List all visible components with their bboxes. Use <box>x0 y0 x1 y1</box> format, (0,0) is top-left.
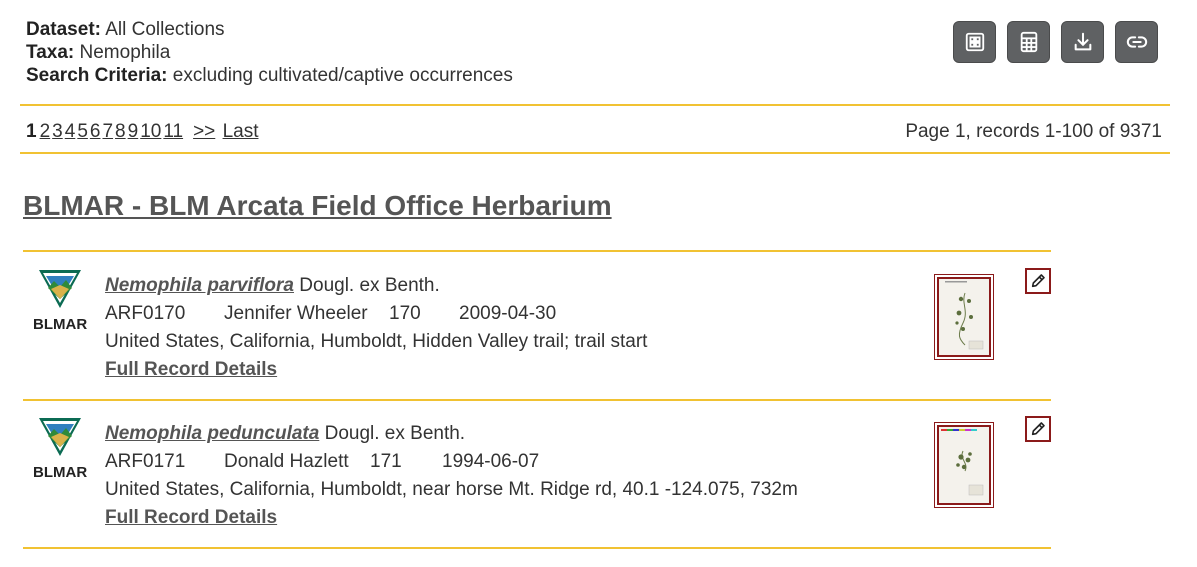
criteria-value: excluding cultivated/captive occurrences <box>172 65 513 86</box>
dataset-value: All Collections <box>105 19 225 40</box>
link-icon <box>1126 36 1147 48</box>
page-info: Page 1, records 1-100 of 9371 <box>905 121 1162 142</box>
next-page-link[interactable]: >> <box>193 121 215 142</box>
collector-number: 170 <box>389 303 421 324</box>
edit-record-button[interactable] <box>1025 268 1051 294</box>
collection-logo: BLMAR <box>33 416 87 481</box>
full-record-details-link[interactable]: Full Record Details <box>105 359 277 380</box>
search-criteria: Dataset: All Collections Taxa: Nemophila… <box>26 18 513 87</box>
pencil-icon <box>1031 274 1045 288</box>
pagination: 1 2 3 4 5 6 7 8 9 10 11 >> Last <box>26 121 260 143</box>
sciname-link[interactable]: Nemophila pedunculata <box>105 423 319 444</box>
record-title: Nemophila pedunculata Dougl. ex Benth. <box>105 420 798 448</box>
full-record-details-link[interactable]: Full Record Details <box>105 507 277 528</box>
locality: United States, California, Humboldt, nea… <box>105 479 798 500</box>
collector-name: Donald Hazlett <box>224 451 349 472</box>
table-view-button[interactable] <box>953 21 996 63</box>
specimen-thumbnail[interactable] <box>934 422 994 508</box>
collection-title-link[interactable]: BLMAR - BLM Arcata Field Office Herbariu… <box>23 190 612 222</box>
collector-number: 171 <box>370 451 402 472</box>
page-link-3[interactable]: 3 <box>52 121 63 142</box>
page-link-4[interactable]: 4 <box>65 121 76 142</box>
record-body: Nemophila pedunculata Dougl. ex Benth. A… <box>105 420 798 532</box>
specimen-thumbnail[interactable] <box>934 274 994 360</box>
page-link-5[interactable]: 5 <box>77 121 88 142</box>
blm-logo-icon <box>39 418 81 456</box>
sciname-author: Dougl. ex Benth. <box>324 423 466 444</box>
link-button[interactable] <box>1115 21 1158 63</box>
page-link-11[interactable]: 11 <box>163 121 183 142</box>
record-catalog-line: ARF0170 Jennifer Wheeler 170 2009-04-30 <box>105 300 647 328</box>
calculator-button[interactable] <box>1007 21 1050 63</box>
collection-date: 1994-06-07 <box>442 451 540 472</box>
blm-logo-icon <box>39 270 81 308</box>
table-view-icon <box>965 32 984 52</box>
collection-code: BLMAR <box>33 464 88 481</box>
sciname-author: Dougl. ex Benth. <box>299 275 440 296</box>
record-item: BLMAR Nemophila pedunculata Dougl. ex Be… <box>23 400 1051 548</box>
last-page-link[interactable]: Last <box>223 121 259 142</box>
specimen-image <box>941 429 984 496</box>
collection-date: 2009-04-30 <box>459 303 557 324</box>
page-link-7[interactable]: 7 <box>102 121 113 142</box>
download-button[interactable] <box>1061 21 1104 63</box>
divider-pagination <box>20 152 1170 154</box>
dataset-line: Dataset: All Collections <box>26 19 225 40</box>
criteria-line: Search Criteria: excluding cultivated/ca… <box>26 65 513 86</box>
divider-top <box>20 104 1170 106</box>
taxa-line: Taxa: Nemophila <box>26 42 171 63</box>
catalog-number: ARF0170 <box>105 303 186 324</box>
record-title: Nemophila parviflora Dougl. ex Benth. <box>105 272 647 300</box>
page-link-6[interactable]: 6 <box>90 121 101 142</box>
calculator-icon <box>1020 31 1037 53</box>
page-link-10[interactable]: 10 <box>140 121 161 142</box>
download-icon <box>1074 32 1091 51</box>
page-link-2[interactable]: 2 <box>40 121 51 142</box>
edit-record-button[interactable] <box>1025 416 1051 442</box>
taxa-value: Nemophila <box>79 42 171 63</box>
collector-name: Jennifer Wheeler <box>224 303 368 324</box>
divider-record-2 <box>23 547 1051 549</box>
collection-code: BLMAR <box>33 316 88 333</box>
page-current: 1 <box>26 121 37 142</box>
page-link-8[interactable]: 8 <box>115 121 126 142</box>
page-link-9[interactable]: 9 <box>128 121 139 142</box>
pencil-icon <box>1031 422 1045 436</box>
record-item: BLMAR Nemophila parviflora Dougl. ex Ben… <box>23 252 1051 400</box>
record-body: Nemophila parviflora Dougl. ex Benth. AR… <box>105 272 647 384</box>
record-catalog-line: ARF0171 Donald Hazlett 171 1994-06-07 <box>105 448 798 476</box>
locality: United States, California, Humboldt, Hid… <box>105 331 648 352</box>
sciname-link[interactable]: Nemophila parviflora <box>105 275 294 296</box>
specimen-image <box>945 281 984 350</box>
catalog-number: ARF0171 <box>105 451 186 472</box>
toolbar <box>953 21 1158 63</box>
collection-logo: BLMAR <box>33 268 87 333</box>
